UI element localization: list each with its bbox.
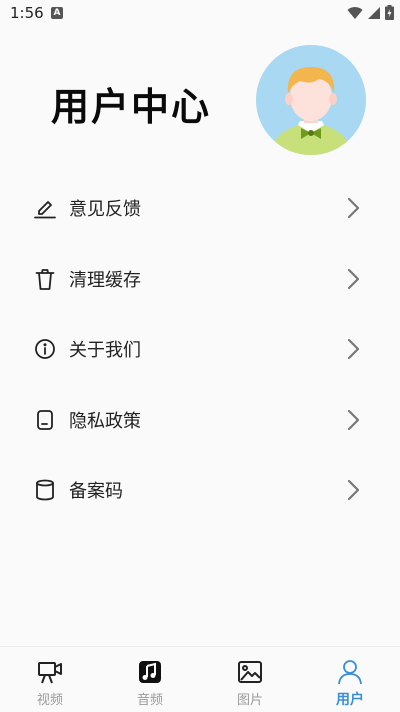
menu-item-label: 隐私政策	[69, 410, 141, 432]
menu-item-label: 关于我们	[69, 340, 141, 362]
tab-label: 图片	[236, 693, 263, 708]
privacy-card-icon	[33, 408, 57, 432]
wifi-icon	[347, 6, 363, 19]
music-note-icon	[139, 661, 161, 683]
notification-indicator: A	[51, 7, 63, 19]
menu-item-label: 备案码	[69, 481, 123, 503]
tab-user[interactable]: 用户	[300, 647, 400, 712]
status-bar: 1:56 A	[0, 0, 400, 28]
tab-audio[interactable]: 音频	[100, 647, 200, 712]
menu-item-label: 意见反馈	[69, 199, 141, 221]
chevron-right-icon	[347, 198, 360, 219]
menu-item-label: 清理缓存	[69, 269, 141, 291]
user-icon	[338, 660, 362, 685]
cylinder-icon	[33, 478, 57, 502]
video-camera-icon	[38, 662, 62, 684]
chevron-right-icon	[347, 480, 360, 501]
settings-menu: 意见反馈 清理缓存 关于我们 隐私政策 备案码	[0, 173, 400, 526]
status-time: 1:56	[10, 4, 44, 22]
menu-item-about-us[interactable]: 关于我们	[0, 314, 400, 385]
chevron-right-icon	[347, 409, 360, 430]
bottom-tab-bar: 视频 音频 图片 用户	[0, 646, 400, 712]
menu-item-privacy-policy[interactable]: 隐私政策	[0, 385, 400, 456]
menu-item-feedback[interactable]: 意见反馈	[0, 173, 400, 244]
battery-icon	[385, 5, 394, 20]
status-icons	[347, 5, 394, 20]
trash-icon	[33, 267, 57, 291]
tab-label: 视频	[36, 693, 63, 708]
tab-label: 音频	[136, 693, 163, 708]
avatar[interactable]	[256, 45, 366, 155]
edit-pen-icon	[33, 196, 57, 220]
tab-images[interactable]: 图片	[200, 647, 300, 712]
menu-item-clear-cache[interactable]: 清理缓存	[0, 244, 400, 315]
user-center-screen: 1:56 A 用户中心 意见反馈 清理缓存 关于我们 隐私政策 备案码 视频 音…	[0, 0, 400, 712]
signal-icon	[368, 6, 380, 19]
menu-item-icp-record[interactable]: 备案码	[0, 455, 400, 526]
tab-label: 用户	[336, 692, 364, 708]
chevron-right-icon	[347, 339, 360, 360]
page-title: 用户中心	[51, 85, 212, 129]
info-icon	[33, 337, 57, 361]
chevron-right-icon	[347, 268, 360, 289]
tab-video[interactable]: 视频	[0, 647, 100, 712]
cartoon-boy-avatar-icon	[256, 45, 366, 155]
image-icon	[238, 661, 262, 683]
